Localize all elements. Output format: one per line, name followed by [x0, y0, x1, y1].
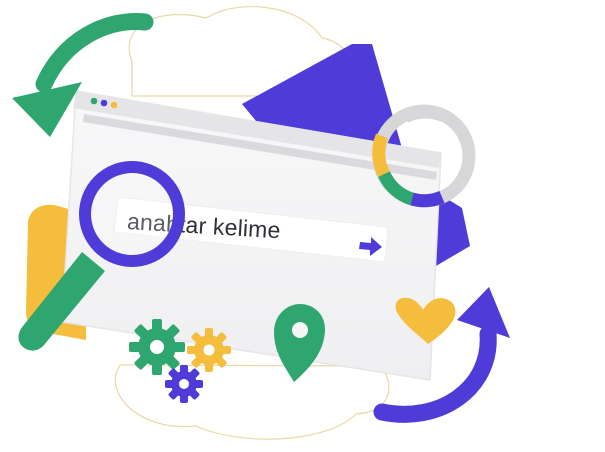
illustration-scene: anahtar kelime: [0, 0, 605, 452]
window-dot-purple-icon: [100, 99, 108, 107]
window-dot-yellow-icon: [110, 101, 118, 109]
gear-yellow-icon: [187, 328, 231, 372]
background-illustration: [12, 6, 510, 440]
cloud-outline-bottom: [114, 364, 390, 440]
location-pin-icon: [274, 304, 326, 382]
gear-green-icon: [129, 319, 185, 375]
window-dot-green-icon: [90, 97, 98, 105]
gear-purple-icon: [165, 365, 203, 403]
